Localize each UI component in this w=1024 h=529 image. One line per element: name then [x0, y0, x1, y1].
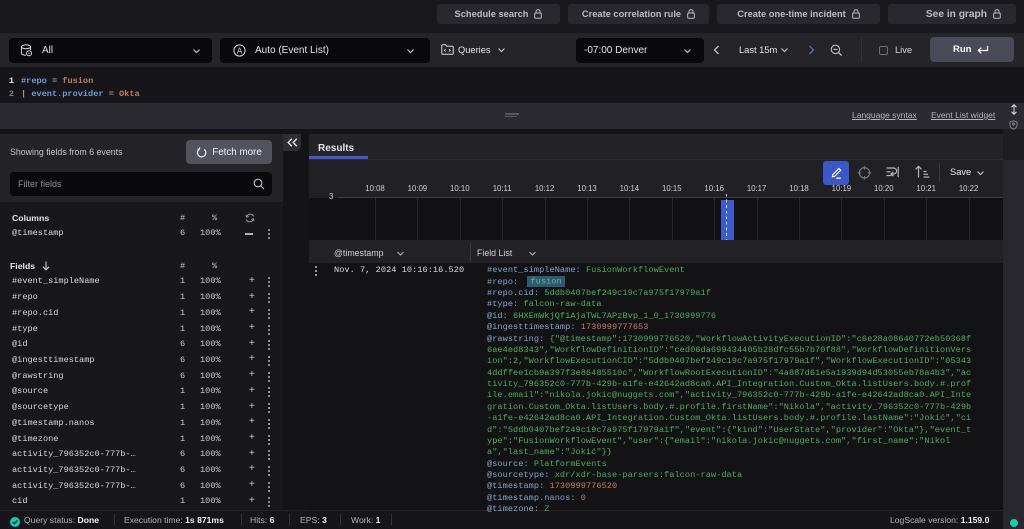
svg-text:A: A: [237, 46, 243, 55]
